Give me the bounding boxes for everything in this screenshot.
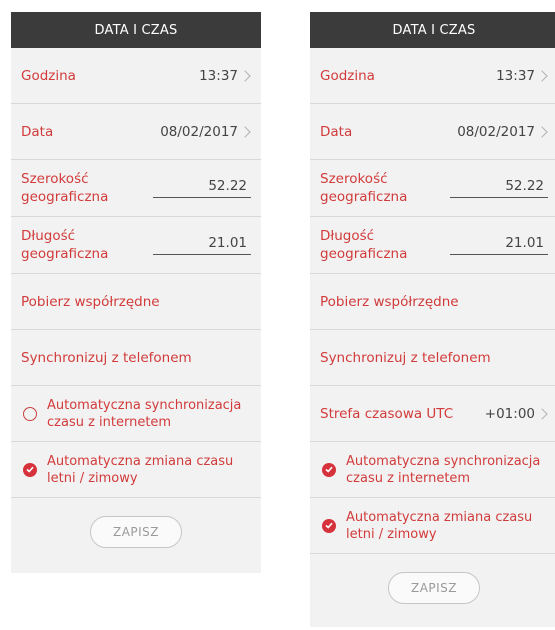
longitude-label: Długość geograficzna bbox=[320, 228, 408, 262]
date-label: Data bbox=[320, 123, 353, 140]
chevron-right-icon bbox=[536, 69, 548, 82]
fetch-coordinates-label: Pobierz współrzędne bbox=[320, 293, 459, 310]
sync-phone-label: Synchronizuj z telefonem bbox=[21, 349, 192, 366]
fetch-coordinates-label: Pobierz współrzędne bbox=[21, 293, 160, 310]
latitude-row: Szerokość geograficzna 52.22 bbox=[11, 160, 261, 217]
time-label: Godzina bbox=[21, 67, 76, 84]
longitude-row: Długość geograficzna 21.01 bbox=[310, 217, 555, 274]
unchecked-circle-icon[interactable] bbox=[23, 406, 37, 421]
date-value: 08/02/2017 bbox=[457, 123, 535, 140]
latitude-row: Szerokość geograficzna 52.22 bbox=[310, 160, 555, 217]
longitude-input[interactable]: 21.01 bbox=[153, 235, 251, 255]
auto-dst-label: Automatyczna zmiana czasu letni / zimowy bbox=[47, 453, 234, 486]
longitude-row: Długość geograficzna 21.01 bbox=[11, 217, 261, 274]
save-button[interactable]: ZAPISZ bbox=[90, 516, 182, 548]
time-row[interactable]: Godzina 13:37 bbox=[310, 48, 555, 104]
sync-phone-button[interactable]: Synchronizuj z telefonem bbox=[11, 330, 261, 386]
settings-screen-right: DATA I CZAS Godzina 13:37 Data 08/02/201… bbox=[310, 12, 555, 627]
header-title: DATA I CZAS bbox=[310, 12, 555, 48]
auto-dst-option[interactable]: Automatyczna zmiana czasu letni / zimowy bbox=[310, 498, 555, 554]
save-button[interactable]: ZAPISZ bbox=[388, 572, 480, 604]
latitude-label: Szerokość geograficzna bbox=[320, 171, 408, 205]
auto-sync-option[interactable]: Automatyczna synchronizacja czasu z inte… bbox=[310, 442, 555, 498]
checked-circle-icon[interactable] bbox=[23, 462, 37, 477]
chevron-right-icon bbox=[239, 125, 251, 138]
chevron-right-icon bbox=[536, 125, 548, 138]
header-title: DATA I CZAS bbox=[11, 12, 261, 48]
chevron-right-icon bbox=[239, 69, 251, 82]
checked-circle-icon[interactable] bbox=[322, 462, 336, 477]
auto-sync-label: Automatyczna synchronizacja czasu z inte… bbox=[346, 453, 541, 486]
latitude-label: Szerokość geograficzna bbox=[21, 171, 109, 205]
timezone-row[interactable]: Strefa czasowa UTC +01:00 bbox=[310, 386, 555, 442]
checked-circle-icon[interactable] bbox=[322, 518, 336, 533]
timezone-value: +01:00 bbox=[484, 405, 535, 422]
latitude-input[interactable]: 52.22 bbox=[450, 178, 548, 198]
latitude-input[interactable]: 52.22 bbox=[153, 178, 251, 198]
date-value: 08/02/2017 bbox=[160, 123, 238, 140]
date-label: Data bbox=[21, 123, 54, 140]
sync-phone-button[interactable]: Synchronizuj z telefonem bbox=[310, 330, 555, 386]
sync-phone-label: Synchronizuj z telefonem bbox=[320, 349, 491, 366]
fetch-coordinates-button[interactable]: Pobierz współrzędne bbox=[310, 274, 555, 330]
auto-sync-label: Automatyczna synchronizacja czasu z inte… bbox=[47, 397, 242, 430]
auto-sync-option[interactable]: Automatyczna synchronizacja czasu z inte… bbox=[11, 386, 261, 442]
longitude-input[interactable]: 21.01 bbox=[450, 235, 548, 255]
time-label: Godzina bbox=[320, 67, 375, 84]
chevron-right-icon bbox=[536, 407, 548, 420]
date-row[interactable]: Data 08/02/2017 bbox=[11, 104, 261, 160]
date-row[interactable]: Data 08/02/2017 bbox=[310, 104, 555, 160]
time-value: 13:37 bbox=[199, 67, 238, 84]
time-value: 13:37 bbox=[496, 67, 535, 84]
timezone-label: Strefa czasowa UTC bbox=[320, 405, 454, 422]
settings-screen-left: DATA I CZAS Godzina 13:37 Data 08/02/201… bbox=[11, 12, 261, 573]
time-row[interactable]: Godzina 13:37 bbox=[11, 48, 261, 104]
longitude-label: Długość geograficzna bbox=[21, 228, 109, 262]
fetch-coordinates-button[interactable]: Pobierz współrzędne bbox=[11, 274, 261, 330]
auto-dst-option[interactable]: Automatyczna zmiana czasu letni / zimowy bbox=[11, 442, 261, 498]
auto-dst-label: Automatyczna zmiana czasu letni / zimowy bbox=[346, 509, 533, 542]
